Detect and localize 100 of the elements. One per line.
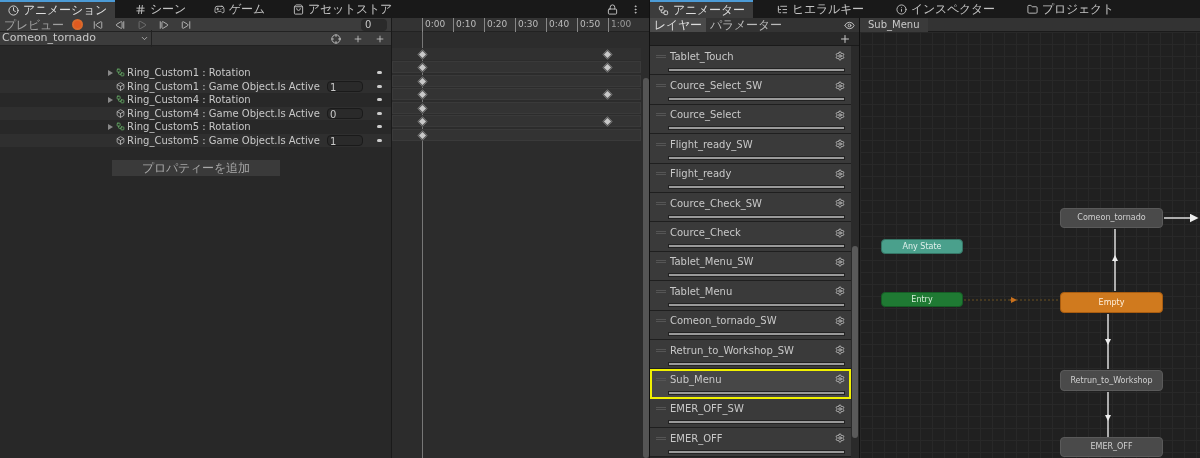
settings-icon[interactable] [835,403,845,414]
layer-item[interactable]: Comeon_tornado_SW [650,310,851,340]
weight-slider[interactable] [669,215,844,218]
expand-triangle-icon[interactable] [108,96,113,103]
gamepad-icon [214,3,225,15]
property-label: Ring_Custom5 : Game Object.Is Active [127,133,321,148]
settings-icon[interactable] [835,109,845,120]
settings-icon[interactable] [835,80,845,91]
add-event-icon[interactable] [375,33,385,44]
tab[interactable]: ヒエラルキー [769,0,872,18]
settings-icon[interactable] [835,256,845,267]
time-label: 0:40 [546,18,570,32]
weight-slider[interactable] [669,245,844,248]
keyframe-icon [602,89,613,100]
transition-arrow[interactable] [1112,228,1118,292]
clock-icon [8,4,19,16]
expand-triangle-icon[interactable] [108,123,113,130]
layer-item[interactable]: Cource_Check [650,222,851,252]
settings-icon[interactable] [835,315,845,326]
transition-arrow[interactable] [1105,313,1111,370]
settings-icon[interactable] [835,227,845,238]
next-frame-icon[interactable] [159,19,169,30]
add-keyframe-icon[interactable] [353,33,363,44]
expand-triangle-icon[interactable] [108,69,113,76]
weight-slider[interactable] [669,68,844,71]
add-icon[interactable] [839,32,851,45]
layer-item[interactable]: EMER_OFF_SW [650,398,851,429]
layer-item[interactable]: Cource_Select [650,104,851,135]
info-icon [896,3,907,15]
tab[interactable]: アセットストア [285,0,400,18]
weight-slider[interactable] [669,127,844,130]
lock-icon[interactable] [607,3,618,15]
weight-slider[interactable] [669,450,844,453]
settings-icon[interactable] [835,286,845,297]
keyframe-icon [417,89,428,100]
settings-icon[interactable] [835,198,845,209]
layer-item[interactable]: Retrun_to_Workshop_SW [650,339,851,370]
folder-icon [1027,3,1038,15]
last-frame-icon[interactable] [181,19,191,30]
weight-slider[interactable] [669,421,844,424]
eye-icon[interactable] [844,19,855,31]
settings-icon[interactable] [835,345,845,356]
state-node[interactable]: Comeon_tornado [1060,208,1163,228]
keyframe-icon [417,76,428,86]
list-icon [777,3,788,15]
keyframe-icon [602,116,613,127]
layer-item[interactable]: Cource_Select_SW [650,75,851,105]
scrollbar[interactable] [643,78,649,458]
weight-slider[interactable] [669,186,844,189]
tab[interactable]: ゲーム [206,0,273,18]
tab[interactable]: アニメーター [650,0,753,18]
value-field[interactable]: 0 [327,107,363,119]
settings-icon[interactable] [835,51,845,62]
value-field[interactable]: 1 [327,134,363,146]
tab[interactable]: シーン [127,0,194,18]
layer-item[interactable]: Cource_Check_SW [650,192,851,223]
transition-arrow[interactable] [1163,213,1199,223]
subtab[interactable]: レイヤー [650,18,706,32]
crosshair-icon[interactable] [331,33,341,44]
layer-item[interactable]: Flight_ready [650,163,851,193]
frame-field[interactable]: 0 [361,18,387,31]
first-frame-icon[interactable] [93,19,103,30]
settings-icon[interactable] [835,433,845,444]
weight-slider[interactable] [669,274,844,277]
graph-canvas[interactable]: Comeon_tornado Any State Entry Empty Retrun_to_Workshop EMER_OFF [860,32,1200,458]
value-field[interactable]: 1 [327,80,363,92]
weight-slider[interactable] [669,362,844,365]
weight-slider[interactable] [669,333,844,336]
previous-frame-icon[interactable] [115,19,125,30]
layer-item[interactable]: Sub_Menu [650,369,851,399]
layer-item[interactable]: Flight_ready_SW [650,134,851,164]
state-node[interactable]: EMER_OFF [1060,437,1163,457]
tab[interactable]: プロジェクト [1019,0,1122,18]
settings-icon[interactable] [835,139,845,150]
layer-item[interactable]: EMER_OFF [650,428,851,458]
tab[interactable]: アニメーション [0,0,115,18]
add-property-button[interactable]: プロパティーを追加 [112,160,280,176]
record-icon[interactable] [72,19,83,30]
state-node[interactable]: Retrun_to_Workshop [1060,370,1163,391]
layer-name: Flight_ready_SW [670,137,754,152]
tab[interactable]: インスペクター [888,0,1003,18]
layer-name: Cource_Check_SW [670,196,763,211]
layer-item[interactable]: Tablet_Menu [650,281,851,311]
transition-arrow[interactable] [1105,391,1111,438]
settings-icon[interactable] [835,374,845,385]
keyframe-icon [417,130,428,140]
state-node[interactable]: Entry [881,292,963,307]
settings-icon[interactable] [835,168,845,179]
scrollbar[interactable] [852,246,858,438]
layer-item[interactable]: Tablet_Touch [650,46,851,76]
layer-name: Tablet_Touch [670,49,735,64]
preview-label[interactable]: プレビュー [0,17,68,32]
layer-item[interactable]: Tablet_Menu_SW [650,251,851,282]
layer-name: Cource_Select [670,108,742,123]
weight-slider[interactable] [669,156,844,159]
keyframe-icon [417,62,428,73]
subtab[interactable]: パラメーター [706,18,786,32]
weight-slider[interactable] [669,98,844,101]
time-ruler[interactable] [392,18,649,32]
weight-slider[interactable] [669,303,844,306]
